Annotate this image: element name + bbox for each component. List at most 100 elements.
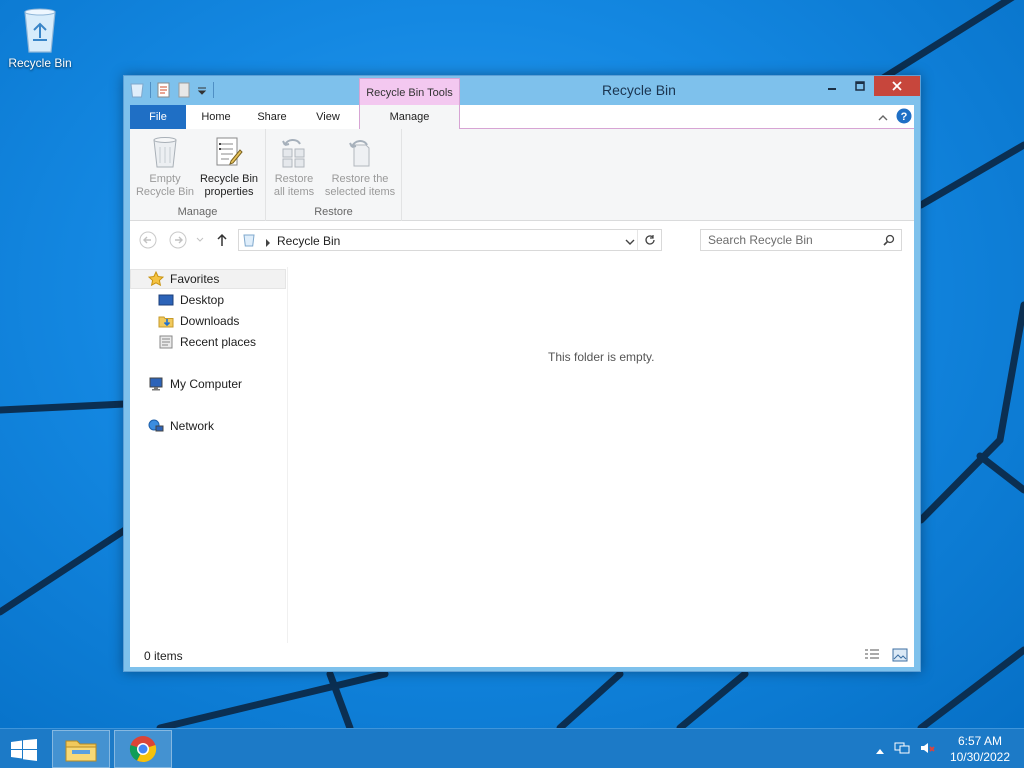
up-arrow-icon <box>217 233 227 246</box>
restore-all-items-button[interactable]: Restore all items <box>266 135 322 199</box>
recycle-bin-icon <box>24 8 56 53</box>
recycle-bin-properties-button[interactable]: Recycle Bin properties <box>196 135 262 199</box>
ribbon-controls: ? <box>878 108 912 127</box>
address-dropdown-button[interactable] <box>625 235 635 249</box>
empty-recycle-bin-button[interactable]: Empty Recycle Bin <box>134 135 196 199</box>
start-button[interactable] <box>10 739 38 764</box>
navigation-pane: Favorites Desktop Downloads Recent place… <box>130 267 288 643</box>
tab-view[interactable]: View <box>300 105 356 129</box>
file-explorer-icon <box>65 740 97 762</box>
nav-item-label: Network <box>170 419 215 433</box>
button-label-line1: Empty <box>149 173 181 185</box>
ribbon-tab-bar: File Home Share View Manage ? <box>130 105 914 129</box>
restore-selected-icon <box>349 140 370 167</box>
search-input[interactable] <box>708 230 878 250</box>
empty-folder-message: This folder is empty. <box>548 350 655 364</box>
properties-icon <box>216 137 243 166</box>
svg-text:?: ? <box>901 111 908 123</box>
close-button[interactable] <box>874 76 920 96</box>
qat-separator <box>150 82 151 98</box>
nav-item-favorites[interactable]: Favorites <box>130 269 286 289</box>
help-button[interactable]: ? <box>896 108 912 127</box>
recycle-bin-icon <box>243 233 255 250</box>
chevron-up-icon <box>876 748 884 754</box>
minimize-button[interactable] <box>818 76 846 96</box>
nav-item-recent-places[interactable]: Recent places <box>158 332 256 352</box>
ribbon-group-restore: Restore all items Restore the selected i… <box>266 129 402 221</box>
nav-item-label: Desktop <box>180 293 225 307</box>
button-label-line1: Restore the <box>331 173 389 185</box>
window-title: Recycle Bin <box>602 82 676 98</box>
computer-icon <box>149 377 163 391</box>
button-label-line1: Restore <box>274 173 314 185</box>
search-icon[interactable] <box>883 234 895 249</box>
ribbon-manage-panel: Empty Recycle Bin Recycle Bin properties… <box>130 129 914 221</box>
restore-selected-items-button[interactable]: Restore the selected items <box>320 135 400 199</box>
refresh-icon <box>644 235 655 245</box>
maximize-button[interactable] <box>846 76 874 96</box>
network-icon <box>148 419 164 432</box>
tab-share[interactable]: Share <box>244 105 300 129</box>
volume-muted-icon[interactable] <box>920 741 936 758</box>
chevron-down-icon <box>625 239 635 245</box>
help-icon: ? <box>896 108 912 124</box>
forward-button[interactable] <box>168 230 188 250</box>
button-label-line2: selected items <box>324 186 396 198</box>
taskbar-chrome[interactable] <box>114 730 172 768</box>
back-arrow-icon <box>139 231 157 249</box>
clock-time: 6:57 AM <box>957 734 1002 748</box>
system-tray <box>876 741 936 758</box>
button-label-line1: Recycle Bin <box>199 173 259 185</box>
forward-arrow-icon <box>169 231 187 249</box>
recent-locations-button[interactable] <box>190 230 210 250</box>
minimize-ribbon-button[interactable] <box>878 111 888 125</box>
nav-item-my-computer[interactable]: My Computer <box>148 374 242 394</box>
maximize-icon <box>855 81 865 91</box>
desktop-folder-icon <box>158 294 174 306</box>
up-button[interactable] <box>212 230 232 250</box>
nav-item-desktop[interactable]: Desktop <box>158 290 224 310</box>
large-icons-view-button[interactable] <box>892 648 908 665</box>
details-view-icon <box>865 649 879 659</box>
show-hidden-icons-button[interactable] <box>876 743 884 757</box>
button-label-line2: properties <box>204 186 254 198</box>
search-box[interactable] <box>700 229 902 251</box>
clock-date: 10/30/2022 <box>949 750 1010 764</box>
nav-item-label: Recent places <box>180 335 257 349</box>
network-tray-icon[interactable] <box>894 741 910 758</box>
empty-recycle-bin-icon <box>153 137 177 168</box>
tab-manage[interactable]: Manage <box>359 105 460 129</box>
nav-item-downloads[interactable]: Downloads <box>158 311 239 331</box>
title-bar[interactable]: Recycle Bin Tools Recycle Bin <box>124 76 920 106</box>
caption-buttons <box>818 76 920 96</box>
nav-item-label: Downloads <box>180 314 240 328</box>
ribbon-group-label: Restore <box>314 206 353 218</box>
taskbar-clock[interactable]: 6:57 AM 10/30/2022 <box>950 733 1010 765</box>
qat-separator <box>213 82 214 98</box>
back-button[interactable] <box>138 230 158 250</box>
tab-home[interactable]: Home <box>188 105 244 129</box>
quick-access-toolbar <box>130 82 214 98</box>
address-bar[interactable]: Recycle Bin <box>238 229 662 251</box>
desktop-icon-recycle-bin[interactable]: Recycle Bin <box>4 6 76 70</box>
tab-file[interactable]: File <box>130 105 186 129</box>
nav-item-network[interactable]: Network <box>148 416 214 436</box>
details-view-button[interactable] <box>864 648 880 665</box>
windows-logo-icon <box>11 739 37 761</box>
taskbar-file-explorer[interactable] <box>52 730 110 768</box>
nav-item-label: My Computer <box>170 377 243 391</box>
breadcrumb-arrow-icon[interactable] <box>265 236 271 250</box>
breadcrumb-item[interactable]: Recycle Bin <box>277 234 340 248</box>
ribbon-group-label: Manage <box>177 206 218 218</box>
nav-item-label: Favorites <box>170 272 220 286</box>
properties-icon[interactable] <box>157 82 171 98</box>
refresh-button[interactable] <box>637 230 661 250</box>
window-recycle-bin-icon <box>130 82 144 98</box>
item-count: 0 items <box>144 649 183 663</box>
downloads-folder-icon <box>158 316 174 328</box>
recent-places-icon <box>159 335 173 349</box>
star-icon <box>148 271 164 287</box>
minimize-icon <box>828 88 836 90</box>
new-folder-icon[interactable] <box>177 82 191 98</box>
qat-dropdown-icon[interactable] <box>197 85 207 95</box>
